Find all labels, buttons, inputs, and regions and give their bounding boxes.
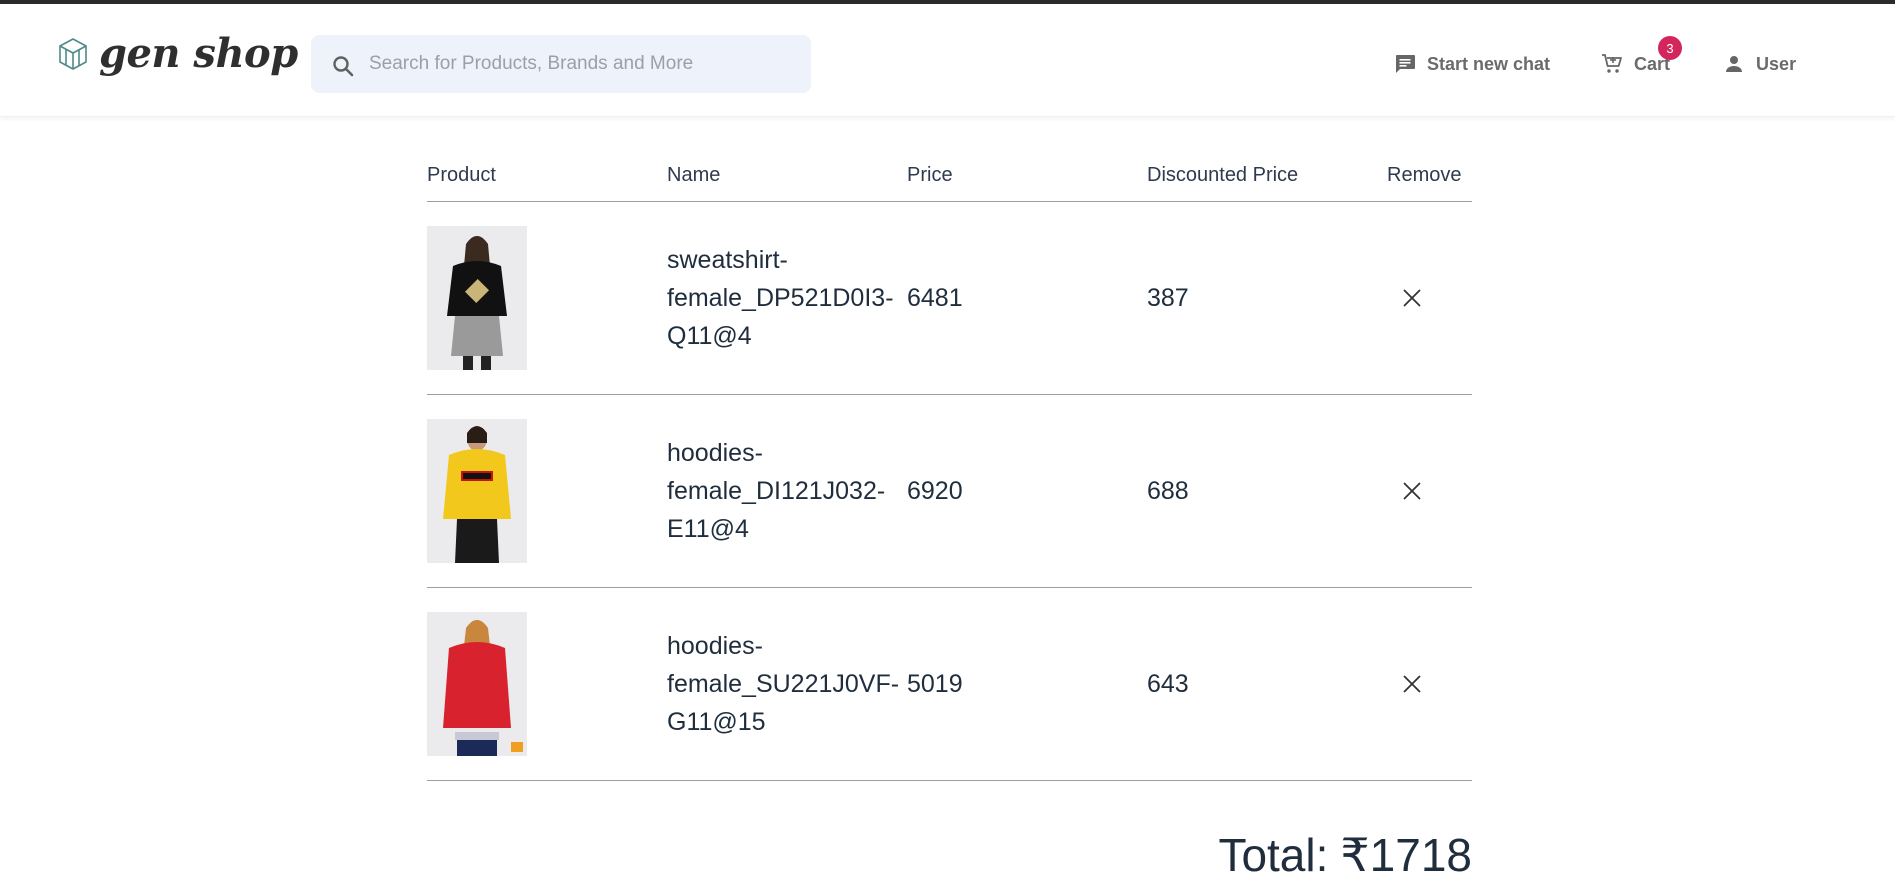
product-image[interactable] — [427, 612, 527, 756]
product-name: hoodies- female_DI121J032- E11@4 — [667, 434, 907, 548]
chat-icon — [1396, 55, 1415, 73]
product-discounted-price: 643 — [1147, 669, 1189, 698]
column-header-discounted-price: Discounted Price — [1147, 164, 1299, 186]
product-name-line: E11@4 — [667, 515, 749, 543]
column-header-price: Price — [907, 164, 953, 186]
cart-button[interactable]: Cart 3 — [1600, 36, 1683, 76]
product-name-line: hoodies- — [667, 439, 763, 467]
table-header: Product Name Price Discounted Price Remo… — [427, 150, 1472, 202]
product-discounted-price: 688 — [1147, 476, 1189, 505]
product-name-line: sweatshirt- — [667, 246, 788, 274]
product-cell — [427, 419, 667, 563]
user-label: User — [1756, 53, 1797, 74]
close-icon[interactable] — [1399, 671, 1425, 697]
brand-logo[interactable]: gen shop — [57, 31, 298, 77]
column-header-name: Name — [667, 164, 721, 186]
table-row: sweatshirt- female_DP521D0I3- Q11@4 6481… — [427, 202, 1472, 395]
cart-count-badge: 3 — [1658, 36, 1683, 60]
cart-table: Product Name Price Discounted Price Remo… — [427, 150, 1472, 781]
product-name-line: female_DI121J032- — [667, 477, 886, 505]
product-price: 6920 — [907, 476, 963, 505]
product-image[interactable] — [427, 226, 527, 370]
start-chat-label: Start new chat — [1427, 53, 1551, 74]
product-price: 5019 — [907, 669, 963, 698]
search-icon — [333, 56, 354, 77]
product-name-line: G11@15 — [667, 708, 766, 736]
product-price: 6481 — [907, 283, 963, 312]
hexagon-logo-icon — [59, 38, 87, 70]
table-row: hoodies- female_SU221J0VF- G11@15 5019 6… — [427, 588, 1472, 781]
remove-cell — [1387, 478, 1472, 504]
table-row: hoodies- female_DI121J032- E11@4 6920 68… — [427, 395, 1472, 588]
remove-cell — [1387, 285, 1472, 311]
navbar: gen shop Start new chat — [0, 4, 1895, 117]
search-input[interactable] — [369, 53, 789, 75]
cart-total: Total: ₹1718 — [1218, 828, 1472, 882]
column-header-product: Product — [427, 164, 496, 186]
product-name-line: female_SU221J0VF- — [667, 670, 900, 698]
cart-icon — [1602, 54, 1622, 73]
product-discounted-price: 387 — [1147, 283, 1189, 312]
close-icon[interactable] — [1399, 285, 1425, 311]
product-name: sweatshirt- female_DP521D0I3- Q11@4 — [667, 241, 907, 355]
search-bar — [311, 35, 811, 93]
close-icon[interactable] — [1399, 478, 1425, 504]
product-image[interactable] — [427, 419, 527, 563]
brand-name: gen shop — [99, 30, 298, 77]
product-cell — [427, 226, 667, 370]
total-label: Total: — [1218, 829, 1329, 881]
user-icon — [1726, 56, 1743, 72]
product-name-line: Q11@4 — [667, 322, 752, 350]
product-name: hoodies- female_SU221J0VF- G11@15 — [667, 627, 907, 741]
start-chat-button[interactable]: Start new chat — [1393, 52, 1550, 76]
product-name-line: hoodies- — [667, 632, 763, 660]
product-name-line: female_DP521D0I3- — [667, 284, 894, 312]
remove-cell — [1387, 671, 1472, 697]
user-menu-button[interactable]: User — [1722, 52, 1796, 76]
product-cell — [427, 612, 667, 756]
total-value: ₹1718 — [1340, 829, 1472, 881]
column-header-remove: Remove — [1387, 164, 1462, 186]
nav-actions: Start new chat Cart 3 User — [1393, 36, 1796, 76]
